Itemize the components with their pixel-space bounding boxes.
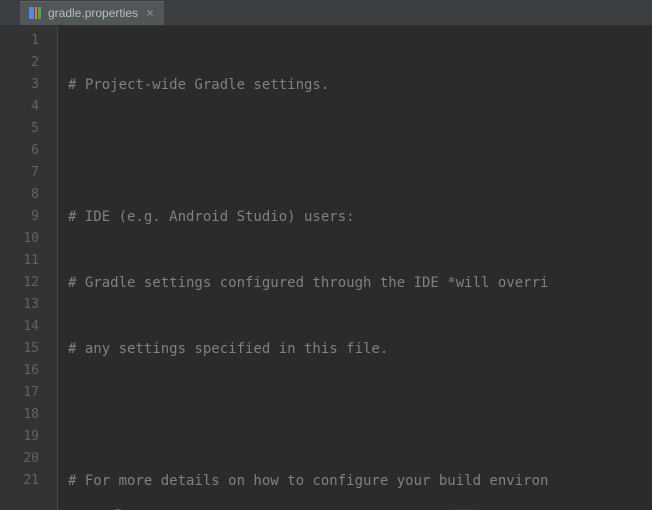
tab-bar: gradle.properties × <box>0 0 652 26</box>
line-number[interactable]: 2 <box>0 52 39 74</box>
line-number[interactable]: 21 <box>0 470 39 492</box>
line-number[interactable]: 17 <box>0 382 39 404</box>
close-icon[interactable]: × <box>144 6 156 21</box>
file-tab[interactable]: gradle.properties × <box>20 1 164 25</box>
editor: 1 2 3 4 5 6 7 8 9 10 11 12 13 14 15 16 1… <box>0 26 652 510</box>
code-line: # IDE (e.g. Android Studio) users: <box>68 209 355 225</box>
line-number[interactable]: 7 <box>0 162 39 184</box>
line-number[interactable]: 5 <box>0 118 39 140</box>
line-number[interactable]: 3 <box>0 74 39 96</box>
line-number[interactable]: 11 <box>0 250 39 272</box>
code-line: # Gradle settings configured through the… <box>68 275 548 291</box>
tab-filename: gradle.properties <box>48 6 138 20</box>
line-number[interactable]: 20 <box>0 448 39 470</box>
line-number[interactable]: 9 <box>0 206 39 228</box>
line-number[interactable]: 16 <box>0 360 39 382</box>
line-number[interactable]: 13 <box>0 294 39 316</box>
properties-file-icon <box>28 6 42 20</box>
line-number[interactable]: 19 <box>0 426 39 448</box>
line-number[interactable]: 4 <box>0 96 39 118</box>
line-number[interactable]: 18 <box>0 404 39 426</box>
line-number[interactable]: 8 <box>0 184 39 206</box>
line-number[interactable]: 6 <box>0 140 39 162</box>
line-number[interactable]: 10 <box>0 228 39 250</box>
line-number-gutter: 1 2 3 4 5 6 7 8 9 10 11 12 13 14 15 16 1… <box>0 26 58 510</box>
line-number[interactable]: 12 <box>0 272 39 294</box>
code-line: # Project-wide Gradle settings. <box>68 77 329 93</box>
code-line: # For more details on how to configure y… <box>68 473 548 489</box>
line-number[interactable]: 15 <box>0 338 39 360</box>
code-area[interactable]: # Project-wide Gradle settings. # IDE (e… <box>58 26 652 510</box>
line-number[interactable]: 14 <box>0 316 39 338</box>
code-line: # any settings specified in this file. <box>68 341 388 357</box>
line-number[interactable]: 1 <box>0 30 39 52</box>
